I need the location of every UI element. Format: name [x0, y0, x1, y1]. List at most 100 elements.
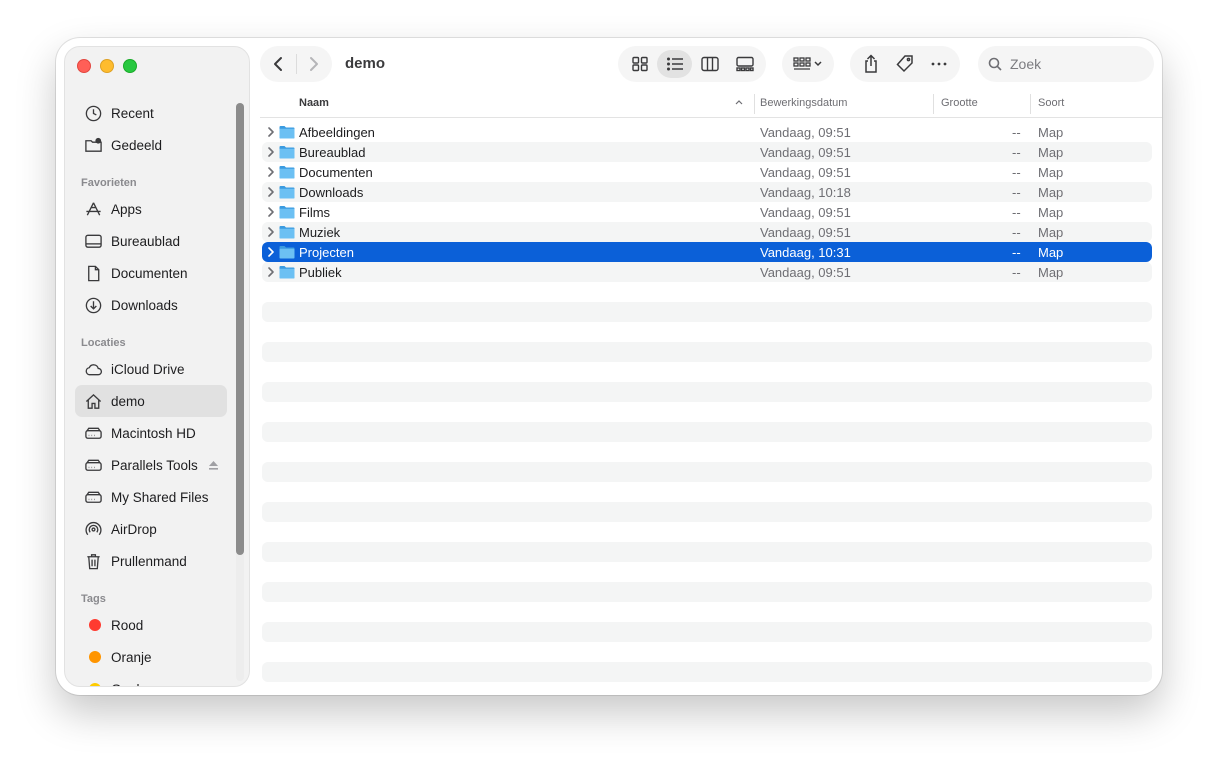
- disclosure-chevron-icon[interactable]: [267, 126, 275, 138]
- disclosure-chevron-icon[interactable]: [267, 266, 275, 278]
- disclosure-chevron-icon[interactable]: [267, 166, 275, 178]
- sidebar-scrollbar-thumb[interactable]: [236, 103, 244, 555]
- sidebar-item-icloud-drive[interactable]: iCloud Drive: [75, 353, 227, 385]
- file-kind: Map: [1038, 225, 1064, 240]
- finder-window: Recent Gedeeld Favorieten Apps Bureaublad Doc…: [56, 38, 1162, 695]
- list-view-button[interactable]: [657, 50, 692, 78]
- sidebar-item-gedeeld[interactable]: Gedeeld: [75, 129, 227, 161]
- back-button[interactable]: [260, 46, 296, 82]
- gallery-view-button[interactable]: [727, 50, 762, 78]
- search-field[interactable]: [978, 46, 1154, 82]
- empty-list-row: [262, 462, 1152, 482]
- chevron-right-icon: [268, 267, 274, 277]
- disk-icon: [84, 459, 102, 471]
- sidebar-item-label: Geel: [111, 682, 140, 687]
- eject-icon[interactable]: [208, 459, 219, 471]
- sidebar-item-recent[interactable]: Recent: [75, 97, 227, 129]
- sidebar-item-label: AirDrop: [111, 521, 157, 537]
- sidebar-item-rood[interactable]: Rood: [75, 609, 227, 641]
- group-by-button[interactable]: [782, 46, 834, 82]
- apps-icon: [85, 202, 101, 215]
- search-input[interactable]: [1010, 56, 1150, 72]
- more-actions-button[interactable]: [929, 54, 949, 74]
- folder-icon: [279, 246, 295, 259]
- cloud-icon: [83, 359, 103, 379]
- disclosure-chevron-icon[interactable]: [267, 146, 275, 158]
- disclosure-chevron-icon[interactable]: [267, 246, 275, 258]
- sidebar-item-my-shared-files[interactable]: My Shared Files: [75, 481, 227, 513]
- file-row[interactable]: Bureaublad Vandaag, 09:51 -- Map: [262, 142, 1152, 162]
- file-row[interactable]: Publiek Vandaag, 09:51 -- Map: [262, 262, 1152, 282]
- columns-icon: [700, 56, 719, 72]
- cloud-icon: [85, 363, 102, 375]
- share-button[interactable]: [861, 54, 881, 74]
- empty-list-row: [262, 362, 1152, 382]
- file-row[interactable]: Projecten Vandaag, 10:31 -- Map: [262, 242, 1152, 262]
- tag-dot-icon: [89, 651, 101, 663]
- file-row[interactable]: Afbeeldingen Vandaag, 09:51 -- Map: [262, 122, 1152, 142]
- sidebar-item-prullenmand[interactable]: Prullenmand: [75, 545, 227, 577]
- column-kind-header[interactable]: Soort: [1038, 97, 1064, 109]
- minimize-window-button[interactable]: [100, 59, 114, 73]
- file-name: Bureaublad: [299, 145, 366, 160]
- empty-list-row: [262, 482, 1152, 502]
- file-kind: Map: [1038, 125, 1064, 140]
- folder-icon: [279, 206, 295, 219]
- shared-folder-icon: [83, 135, 103, 155]
- tag-color-icon: [83, 647, 103, 667]
- zoom-window-button[interactable]: [123, 59, 137, 73]
- close-window-button[interactable]: [77, 59, 91, 73]
- sidebar-item-demo[interactable]: demo: [75, 385, 227, 417]
- list-icon: [666, 57, 683, 71]
- sidebar-item-airdrop[interactable]: AirDrop: [75, 513, 227, 545]
- disk-icon: [84, 427, 102, 439]
- folder-icon: [279, 126, 295, 139]
- file-row[interactable]: Muziek Vandaag, 09:51 -- Map: [262, 222, 1152, 242]
- file-size: --: [1012, 145, 1021, 160]
- column-divider[interactable]: [933, 94, 934, 114]
- column-name-header[interactable]: Naam: [299, 97, 329, 109]
- sidebar-scrollbar[interactable]: [236, 103, 244, 681]
- shared-folder-icon: [84, 137, 102, 152]
- file-row[interactable]: Downloads Vandaag, 10:18 -- Map: [262, 182, 1152, 202]
- airdrop-icon: [83, 519, 103, 539]
- trash-icon: [86, 553, 100, 569]
- column-date-header[interactable]: Bewerkingsdatum: [760, 97, 847, 109]
- sidebar-item-label: My Shared Files: [111, 489, 209, 505]
- file-size: --: [1012, 225, 1021, 240]
- sidebar-item-downloads[interactable]: Downloads: [75, 289, 227, 321]
- disclosure-chevron-icon[interactable]: [267, 206, 275, 218]
- disclosure-chevron-icon[interactable]: [267, 186, 275, 198]
- icon-view-button[interactable]: [622, 50, 657, 78]
- airdrop-icon: [84, 521, 102, 535]
- sidebar-item-documenten[interactable]: Documenten: [75, 257, 227, 289]
- sidebar-item-macintosh-hd[interactable]: Macintosh HD: [75, 417, 227, 449]
- file-size: --: [1012, 245, 1021, 260]
- empty-list-row: [262, 382, 1152, 402]
- column-size-header[interactable]: Grootte: [941, 97, 978, 109]
- sidebar-item-label: Apps: [111, 201, 142, 217]
- column-divider[interactable]: [754, 94, 755, 114]
- forward-button[interactable]: [296, 46, 332, 82]
- disclosure-chevron-icon[interactable]: [267, 226, 275, 238]
- file-kind: Map: [1038, 205, 1064, 220]
- tag-button[interactable]: [895, 54, 915, 74]
- column-view-button[interactable]: [692, 50, 727, 78]
- clock-icon: [85, 105, 101, 121]
- download-icon: [83, 295, 103, 315]
- empty-list-row: [262, 322, 1152, 342]
- column-divider[interactable]: [1030, 94, 1031, 114]
- file-name: Downloads: [299, 185, 364, 200]
- sidebar-item-bureaublad[interactable]: Bureaublad: [75, 225, 227, 257]
- file-row[interactable]: Films Vandaag, 09:51 -- Map: [262, 202, 1152, 222]
- sidebar-item-parallels-tools[interactable]: Parallels Tools: [75, 449, 227, 481]
- empty-list-row: [262, 662, 1152, 682]
- search-icon: [988, 57, 1002, 71]
- sidebar-item-oranje[interactable]: Oranje: [75, 641, 227, 673]
- file-row[interactable]: Documenten Vandaag, 09:51 -- Map: [262, 162, 1152, 182]
- sidebar-item-apps[interactable]: Apps: [75, 193, 227, 225]
- eject-glyph-icon: [209, 461, 218, 470]
- sidebar-list: Recent Gedeeld Favorieten Apps Bureaublad Doc…: [65, 97, 237, 687]
- sidebar-item-geel[interactable]: Geel: [75, 673, 227, 687]
- empty-list-row: [262, 422, 1152, 442]
